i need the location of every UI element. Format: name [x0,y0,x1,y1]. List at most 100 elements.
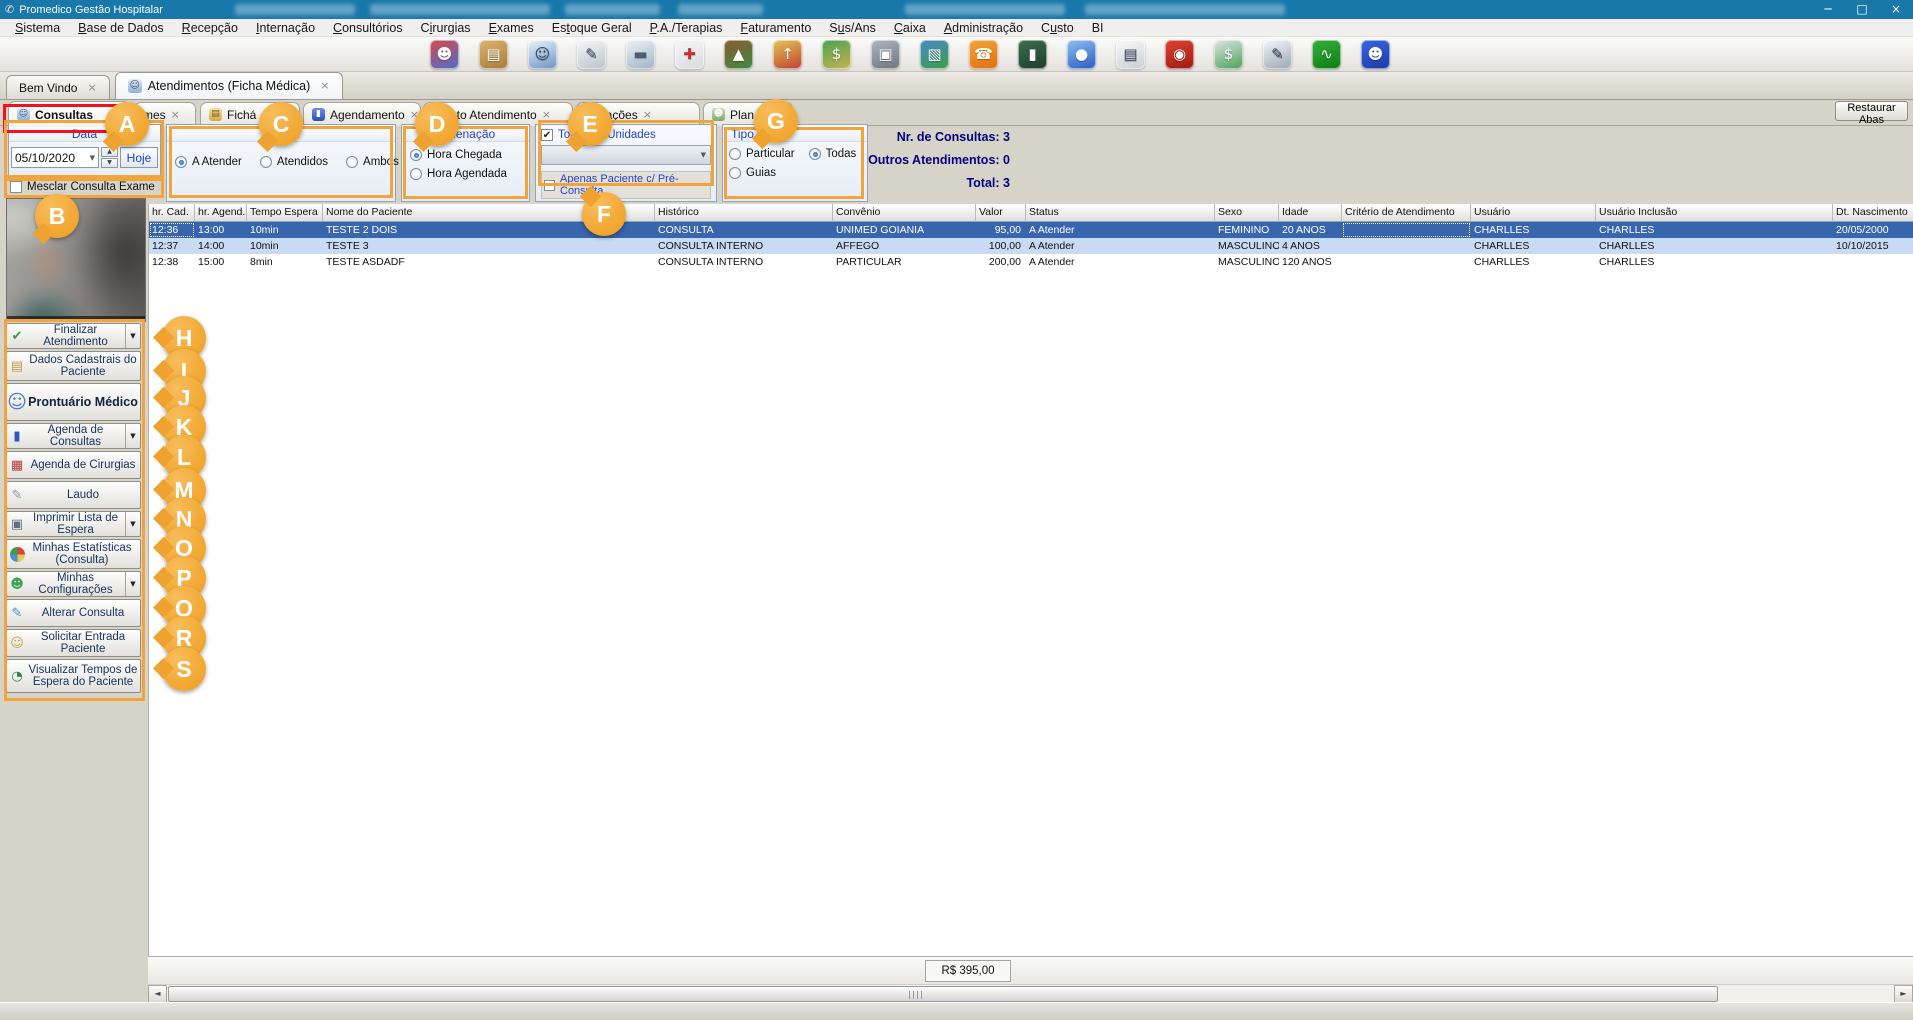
scroll-right-icon[interactable]: ► [1894,985,1913,1003]
button-agenda-de-consultas[interactable]: ▮Agenda de Consultas▼ [6,423,141,449]
button-dados-cadastrais-do-paciente[interactable]: ▤Dados Cadastrais do Paciente [6,351,141,381]
checkbox-checked-icon[interactable]: ✔ [541,129,553,141]
scroll-left-icon[interactable]: ◄ [148,985,167,1003]
tab-atendimentos[interactable]: ☺Atendimentos (Ficha Médica)× [115,72,343,99]
button-minhas-configura-es[interactable]: ☻Minhas Configurações▼ [6,571,141,597]
subtab-ficha[interactable]: ▤Fichá [200,102,300,126]
all-units-checkbox[interactable]: ✔ Todas as Unidades [541,129,711,141]
e-billing-icon[interactable]: $ [1214,40,1243,69]
chevron-down-icon[interactable]: ▼ [125,512,140,536]
subtab-planejamento[interactable]: ☻Plan [703,102,793,126]
button-alterar-consulta[interactable]: ✎Alterar Consulta [6,599,141,627]
transport-stats-icon[interactable]: ▧ [920,40,949,69]
col-header[interactable]: Status [1026,204,1215,222]
restore-tabs-button[interactable]: Restaurar Abas [1835,101,1908,121]
finance-icon[interactable]: $ [822,40,851,69]
menu-recep-o[interactable]: Recepção [173,21,247,35]
safe-icon[interactable]: ▣ [871,40,900,69]
radio-icon[interactable] [410,149,422,161]
date-spinner[interactable]: ▲ ▼ [101,147,118,168]
subtab-atendimento[interactable]: ◆nto Atendimento× [423,102,573,126]
col-header[interactable]: Valor [976,204,1026,222]
radio-icon[interactable] [410,168,422,180]
units-dropdown[interactable]: ▼ [541,145,711,165]
menu-exames[interactable]: Exames [480,21,543,35]
spin-down-icon[interactable]: ▼ [101,158,118,168]
col-header[interactable]: Dt. Nascimento [1833,204,1913,222]
table-row[interactable]: 12:3714:0010minTESTE 3CONSULTA INTERNOAF… [149,238,1913,254]
close-icon[interactable]: × [87,77,96,99]
button-prontu-rio-m-dico[interactable]: ☺Prontuário Médico [6,383,141,421]
today-button[interactable]: Hoje [120,147,158,168]
date-input[interactable]: 05/10/2020 ▼ [11,147,99,168]
menu-cirurgias[interactable]: Cirurgias [412,21,480,35]
cash-flow-icon[interactable]: ↑ [773,40,802,69]
menu-base-de-dados[interactable]: Base de Dados [69,21,172,35]
scrollbar-thumb[interactable] [168,986,1718,1002]
button-agenda-de-cirurgias[interactable]: ▦Agenda de Cirurgias [6,451,141,479]
radio-icon[interactable] [809,148,821,160]
menu-custo[interactable]: Custo [1032,21,1083,35]
radio-icon[interactable] [175,156,187,168]
subtab-internacoes[interactable]: ternações× [576,102,700,126]
radio-status-a-atender[interactable]: A Atender [175,156,242,168]
subtab-consultas[interactable]: ☺Consultas [8,101,130,127]
maximize-button[interactable]: □ [1845,0,1879,19]
ecg-icon[interactable]: ∿ [1312,40,1341,69]
radio-tipo-particular[interactable]: Particular [729,148,795,160]
report-icon[interactable]: ▤ [1116,40,1145,69]
subtab-exames[interactable]: mes× [134,102,196,126]
doctor-icon[interactable]: ☺ [528,40,557,69]
close-icon[interactable]: × [171,108,180,121]
menu-consult-rios[interactable]: Consultórios [324,21,411,35]
hospital-bed-icon[interactable]: ▬ [626,40,655,69]
col-header[interactable]: Usuário Inclusão [1596,204,1833,222]
radio-status-ambos[interactable]: Ambos [346,156,399,168]
close-icon[interactable]: × [542,108,551,121]
patients-icon[interactable]: ☻ [430,40,459,69]
spin-up-icon[interactable]: ▲ [101,147,118,157]
close-icon[interactable]: × [410,108,419,121]
radio-icon[interactable] [260,156,272,168]
pharmacy-icon[interactable]: ▲ [724,40,753,69]
menu-estoque-geral[interactable]: Estoque Geral [543,21,641,35]
radio-tipo-guias[interactable]: Guias [729,167,776,179]
table-row[interactable]: 12:3815:008minTESTE ASDADFCONSULTA INTER… [149,254,1913,270]
col-header[interactable]: Critério de Atendimento [1342,204,1471,222]
menu-caixa[interactable]: Caixa [885,21,935,35]
close-icon[interactable]: × [643,108,652,121]
button-minhas-estat-sticas-consulta-[interactable]: Minhas Estatísticas (Consulta) [6,539,141,569]
subtab-agendamento[interactable]: ▮Agendamento× [303,102,421,126]
menu-bi[interactable]: BI [1083,21,1113,35]
checkbox-icon[interactable] [10,181,22,193]
button-finalizar-atendimento[interactable]: ✔Finalizar Atendimento▼ [6,323,141,349]
ambulance-icon[interactable]: ✚ [675,40,704,69]
radio-icon[interactable] [729,167,741,179]
pre-consult-checkbox[interactable]: Apenas Paciente c/ Pré-Consulta [541,171,711,199]
ledger-icon[interactable]: ▮ [1018,40,1047,69]
table-row[interactable]: 12:3613:0010minTESTE 2 DOISCONSULTAUNIME… [149,222,1913,238]
col-header[interactable]: Sexo [1215,204,1279,222]
horizontal-scrollbar[interactable]: ◄ ► [148,984,1913,1002]
contract-icon[interactable]: ✎ [1263,40,1292,69]
close-icon[interactable]: × [320,75,329,97]
chevron-down-icon[interactable]: ▼ [125,324,140,348]
chevron-down-icon[interactable]: ▼ [125,424,140,448]
merge-consult-exam-checkbox[interactable]: Mesclar Consulta Exame [10,181,155,193]
button-visualizar-tempos-de-espera-do[interactable]: ◔Visualizar Tempos de Espera do Paciente [6,659,141,693]
button-imprimir-lista-de-espera[interactable]: ▣Imprimir Lista de Espera▼ [6,511,141,537]
prescription-icon[interactable]: ✎ [577,40,606,69]
close-button[interactable]: × [1879,0,1913,19]
menu-p-a-terapias[interactable]: P.A./Terapias [641,21,732,35]
radio-icon[interactable] [729,148,741,160]
radio-ordering-hora-agendada[interactable]: Hora Agendada [410,168,529,180]
chat-icon[interactable]: ● [1067,40,1096,69]
col-header[interactable]: Usuário [1471,204,1596,222]
power-icon[interactable]: ◉ [1165,40,1194,69]
col-header[interactable]: Histórico [655,204,833,222]
minimize-button[interactable]: ─ [1811,0,1845,19]
menu-sistema[interactable]: Sistema [6,21,69,35]
col-header[interactable]: hr. Agend. [195,204,247,222]
radio-icon[interactable] [346,156,358,168]
phonebook-icon[interactable]: ☎ [969,40,998,69]
